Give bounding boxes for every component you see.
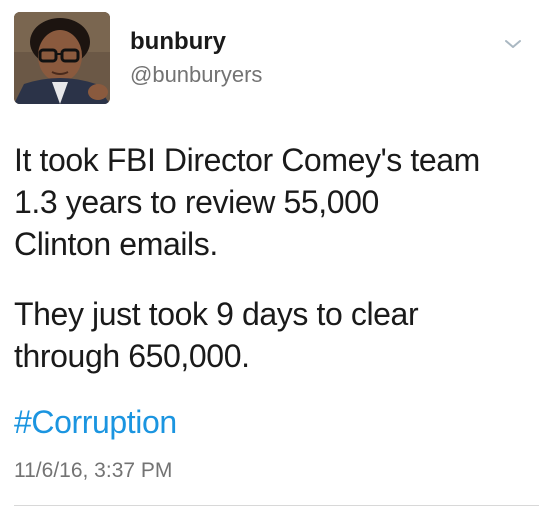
tweet: bunbury @bunburyers It took FBI Director… (0, 0, 539, 510)
avatar-image (14, 12, 110, 104)
tweet-text-line: through 650,000. (14, 338, 250, 374)
tweet-text-line: Clinton emails. (14, 226, 218, 262)
tweet-text-line: They just took 9 days to clear (14, 296, 419, 332)
hashtag-link[interactable]: #Corruption (14, 401, 177, 443)
tweet-text-paragraph-2: They just took 9 days to clear through 6… (14, 293, 529, 377)
chevron-down-icon[interactable] (502, 36, 524, 52)
user-handle[interactable]: @bunburyers (130, 64, 262, 86)
divider (14, 505, 539, 506)
avatar[interactable] (14, 12, 110, 104)
tweet-timestamp[interactable]: 11/6/16, 3:37 PM (14, 459, 172, 483)
tweet-text-paragraph-1: It took FBI Director Comey's team 1.3 ye… (14, 139, 529, 265)
display-name[interactable]: bunbury (130, 30, 226, 54)
tweet-text-line: It took FBI Director Comey's team (14, 142, 480, 178)
tweet-text-line: 1.3 years to review 55,000 (14, 184, 379, 220)
